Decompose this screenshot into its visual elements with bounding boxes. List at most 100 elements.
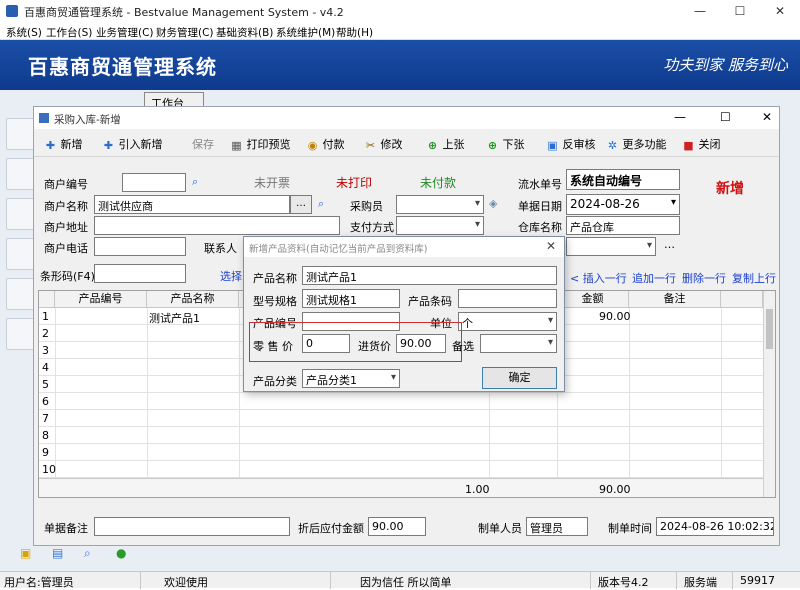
calendar-icon[interactable]: ▾ [671,197,676,208]
more-functions-button[interactable]: ✲ 更多功能 [606,136,667,152]
next-button[interactable]: ⊕ 下张 [486,136,525,152]
table-row[interactable]: 9 [39,444,775,461]
insert-row-link[interactable]: < 插入一行 [570,270,627,286]
date-picker[interactable]: 2024-08-26 ▾ [566,194,680,215]
grid-header-index [39,291,55,308]
nav-tile-4[interactable] [6,238,36,270]
delete-row-link[interactable]: 删除一行 [682,270,726,286]
window-minimize-icon[interactable]: — [674,110,686,124]
arrow-up-icon: ⊕ [427,138,438,152]
payable-input[interactable]: 90.00 [368,517,426,536]
edit-button[interactable]: ✂ 修改 [364,136,403,152]
maker-label: 制单人员 [478,522,522,535]
table-row[interactable]: 7 [39,410,775,427]
spec-input[interactable]: 测试规格1 [302,289,400,308]
barcode-input[interactable] [94,264,186,283]
close-icon[interactable]: ✕ [760,0,800,22]
make-time-input[interactable]: 2024-08-26 10:02:32 [656,517,774,536]
buyer-select[interactable] [396,195,484,214]
category-select[interactable]: 产品分类1 [302,369,400,388]
merchant-phone-input[interactable] [94,237,186,256]
nav-tile-5[interactable] [6,278,36,310]
menu-basic-data[interactable]: 基础资料(B) [216,25,273,40]
product-barcode-input[interactable] [458,289,557,308]
copy-row-link[interactable]: 复制上行 [732,270,776,286]
table-row[interactable]: 8 [39,427,775,444]
dialog-close-icon[interactable]: ✕ [546,239,556,253]
window-maximize-icon[interactable]: ☐ [720,110,731,124]
grid-total-row: 1.00 90.00 [39,478,763,497]
doc-no-input[interactable]: 系统自动编号 [566,169,680,190]
menu-business[interactable]: 业务管理(C) [96,25,154,40]
unreview-button[interactable]: ▣ 反审核 [546,136,595,152]
refresh-icon[interactable]: ● [116,546,126,560]
search-icon[interactable]: ⌕ [84,546,91,561]
menu-help[interactable]: 帮助(H) [336,25,373,40]
app-icon [6,5,18,17]
nav-tile-3[interactable] [6,198,36,230]
table-row[interactable]: 10 [39,461,775,478]
product-name-input[interactable]: 测试产品1 [302,266,557,285]
status-code: 59917 [740,574,775,587]
close-button[interactable]: ■ 关闭 [682,136,720,152]
merchant-name-input[interactable]: 测试供应商 [94,195,290,214]
doc-no-label: 流水单号 [518,178,562,191]
alternate-select[interactable] [480,334,557,353]
payment-method-select[interactable] [396,216,484,235]
app-title: 百惠商贸通管理系统 - Bestvalue Management System … [24,6,344,19]
merchant-code-input[interactable] [122,173,186,192]
confirm-button[interactable]: 确定 [482,367,557,389]
eraser-icon[interactable]: ◈ [489,197,497,210]
invoice-status: 未开票 [254,176,291,190]
mode-badge: 新增 [716,181,744,197]
remark-input[interactable] [94,517,290,536]
merchant-addr-input[interactable] [94,216,340,235]
table-row[interactable]: 6 [39,393,775,410]
append-row-link[interactable]: 追加一行 [632,270,676,286]
pay-button[interactable]: ◉ 付款 [306,136,345,152]
nav-tile-6[interactable] [6,318,36,350]
warehouse-select[interactable]: 产品仓库 [566,216,680,235]
nav-tile-1[interactable] [6,118,36,150]
arrow-down-icon: ⊕ [487,138,498,152]
maximize-icon[interactable]: ☐ [720,0,760,22]
folder-icon[interactable]: ▣ [20,546,31,560]
add-button[interactable]: ✚ 新增 [44,136,83,152]
payable-label: 折后应付金额 [298,522,364,535]
menu-bar: 系统(S) 工作台(S) 业务管理(C) 财务管理(C) 基础资料(B) 系统维… [0,22,800,40]
doc-icon[interactable]: ▤ [52,546,63,560]
grid-header-extra [721,291,763,308]
nav-tile-2[interactable] [6,158,36,190]
grid-scrollbar[interactable] [763,291,775,497]
prev-button[interactable]: ⊕ 上张 [426,136,465,152]
menu-finance[interactable]: 财务管理(C) [156,25,214,40]
menu-maintenance[interactable]: 系统维护(M) [276,25,335,40]
minimize-icon[interactable]: — [680,0,720,22]
product-name-label: 产品名称 [253,272,297,285]
gear-icon: ✲ [607,138,618,152]
app-banner: 百惠商贸通管理系统 功夫到家 服务到心 [0,40,800,90]
print-preview-button[interactable]: ▦ 打印预览 [230,136,290,152]
maker-input[interactable]: 管理员 [526,517,588,536]
save-button[interactable]: 保存 [192,136,214,152]
merchant-browse-button[interactable]: … [290,195,312,214]
more-options-icon[interactable]: … [664,238,675,251]
remark-label: 单据备注 [44,522,88,535]
purchase-price-input[interactable]: 90.00 [396,334,446,353]
grid-header-name: 产品名称 [147,291,239,308]
grid-header-remark: 备注 [629,291,721,308]
grid-header-code: 产品编号 [55,291,147,308]
retail-price-input[interactable]: 0 [302,334,350,353]
scrollbar-thumb[interactable] [766,309,773,349]
make-time-label: 制单时间 [608,522,652,535]
search-icon[interactable]: ⌕ [192,175,198,189]
status-bar: 用户名:管理员 欢迎使用 因为信任 所以简单 版本号4.2 服务端 59917 [0,571,800,589]
search-icon[interactable]: ⌕ [318,197,324,211]
unit-select[interactable]: 个 [458,312,557,331]
menu-system[interactable]: 系统(S) [6,25,42,40]
contact-select[interactable] [566,237,656,256]
window-close-icon[interactable]: ✕ [762,110,772,124]
menu-workbench[interactable]: 工作台(S) [46,25,92,40]
import-add-button[interactable]: ✚ 引入新增 [102,136,163,152]
select-link[interactable]: 选择 [220,268,242,284]
